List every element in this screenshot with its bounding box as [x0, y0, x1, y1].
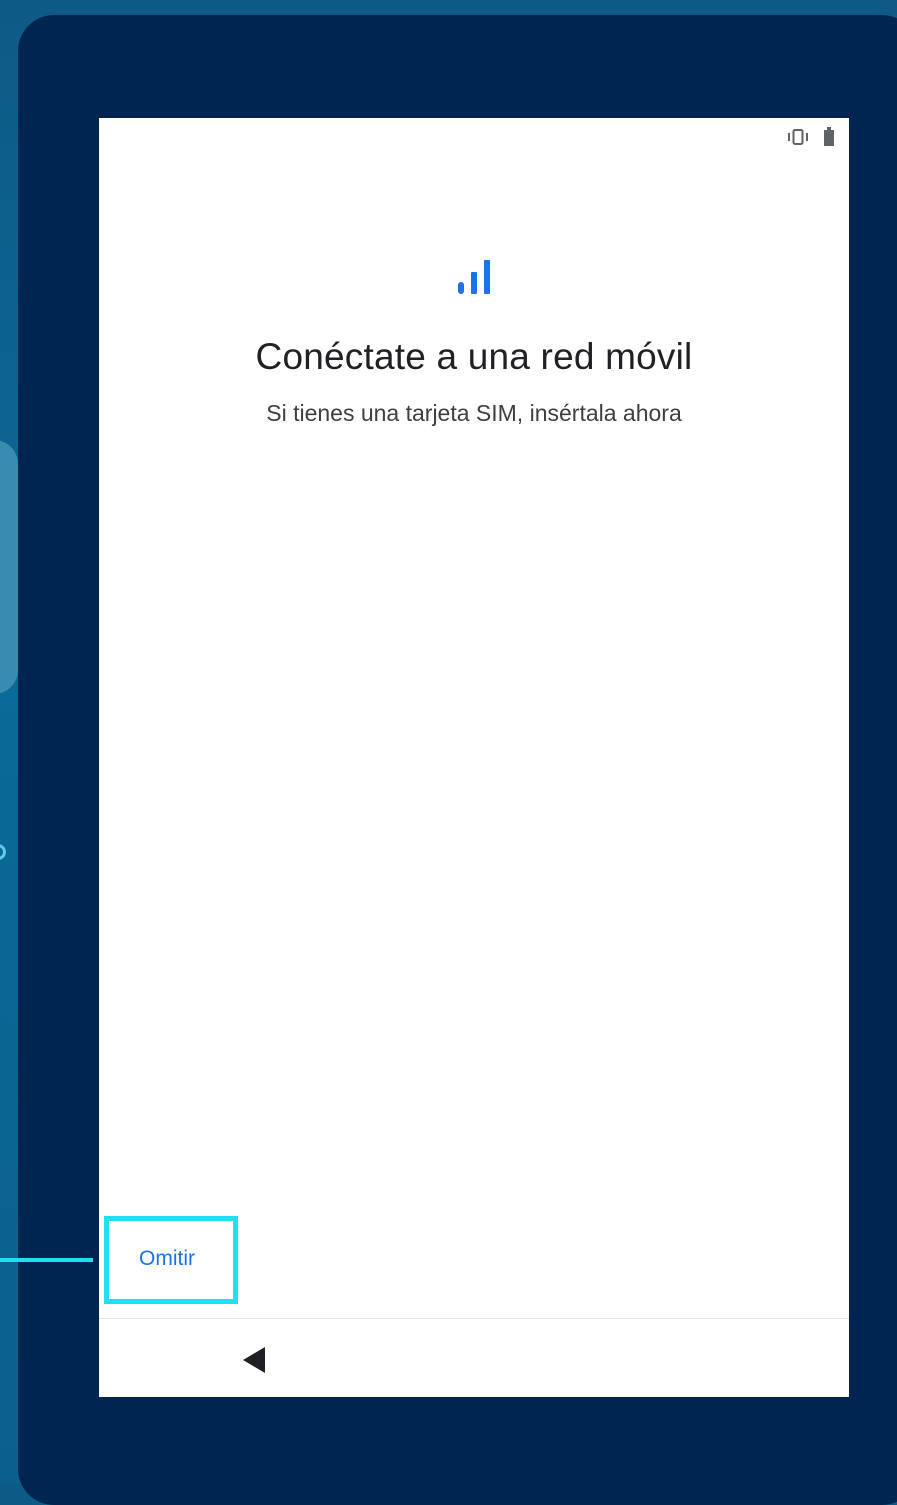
- back-button[interactable]: [237, 1343, 271, 1377]
- device-screen: Conéctate a una red móvil Si tienes una …: [99, 118, 849, 1397]
- background-accent-shape: [0, 440, 18, 694]
- signal-bars-icon: [456, 258, 492, 301]
- navigation-bar: [99, 1318, 849, 1397]
- page-subtitle: Si tienes una tarjeta SIM, insértala aho…: [266, 400, 682, 426]
- skip-highlight-box: [104, 1216, 238, 1304]
- callout-line: [0, 1258, 93, 1262]
- background-dot: [0, 844, 6, 860]
- back-triangle-icon: [243, 1347, 265, 1373]
- status-bar: [787, 126, 835, 148]
- page-title: Conéctate a una red móvil: [255, 336, 693, 377]
- vibrate-icon: [787, 128, 809, 146]
- battery-icon: [823, 127, 835, 147]
